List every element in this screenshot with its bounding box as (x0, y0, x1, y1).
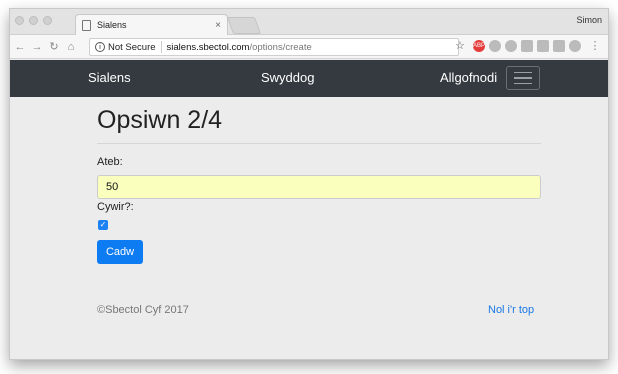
hamburger-line (514, 71, 532, 74)
browser-toolbar: ← → ↻ ⌂ i Not Secure sialens.sbectol.com… (10, 35, 608, 59)
extension-icon[interactable] (489, 39, 501, 52)
url-path: /options/create (249, 41, 312, 53)
page-icon (82, 19, 91, 31)
x-extension-icon[interactable] (537, 39, 549, 52)
back-to-top-link[interactable]: Nol i'r top (488, 304, 534, 316)
forward-icon[interactable]: → (30, 41, 44, 53)
save-button[interactable]: Cadw (97, 240, 143, 264)
logout-link[interactable]: Allgofnodi (440, 70, 497, 85)
home-icon[interactable]: ⌂ (64, 41, 78, 53)
new-tab-button[interactable] (226, 17, 262, 34)
profile-name[interactable]: Simon (576, 15, 602, 25)
browser-tab[interactable]: Sialens × (75, 14, 228, 35)
brand-link[interactable]: Sialens (88, 70, 131, 85)
page-viewport: Sialens Swyddog Allgofnodi Opsiwn 2/4 At… (10, 60, 608, 359)
answer-input[interactable]: 50 (97, 175, 541, 199)
copyright-text: ©Sbectol Cyf 2017 (97, 304, 189, 316)
maximize-window-button[interactable] (43, 16, 52, 25)
site-navbar: Sialens Swyddog Allgofnodi (10, 60, 608, 97)
hamburger-line (514, 82, 532, 85)
adblock-icon[interactable]: ABP (473, 39, 485, 52)
extensions-area: ABP ⋮ (473, 39, 602, 52)
reload-icon[interactable]: ↻ (47, 40, 61, 53)
bookmark-star-icon[interactable]: ☆ (455, 39, 465, 52)
security-label: Not Secure (108, 41, 156, 53)
answer-label: Ateb: (97, 156, 123, 168)
url-host: sialens.sbectol.com (166, 41, 250, 53)
tab-bar: Sialens × Simon (10, 9, 608, 35)
cloud-icon[interactable] (505, 39, 517, 52)
page-title: Opsiwn 2/4 (97, 106, 223, 134)
correct-checkbox[interactable]: ✓ (98, 220, 108, 230)
navbar-toggler-button[interactable] (506, 66, 540, 90)
info-icon[interactable]: i (95, 42, 105, 52)
divider (97, 143, 541, 144)
nav-link-swyddog[interactable]: Swyddog (261, 70, 314, 85)
menu-dots-icon[interactable]: ⋮ (588, 39, 602, 52)
square-extension-icon[interactable] (553, 39, 565, 52)
correct-label: Cywir?: (97, 201, 134, 213)
hamburger-line (514, 77, 532, 79)
divider (160, 41, 162, 53)
back-icon[interactable]: ← (13, 41, 27, 53)
close-tab-icon[interactable]: × (215, 20, 221, 31)
address-bar[interactable]: i Not Secure sialens.sbectol.com/options… (89, 38, 459, 56)
minimize-window-button[interactable] (29, 16, 38, 25)
cast-icon[interactable] (521, 39, 533, 52)
browser-window: Sialens × Simon ← → ↻ ⌂ i Not Secure sia… (9, 8, 609, 360)
tab-title: Sialens (97, 20, 127, 30)
smiley-icon[interactable] (569, 39, 581, 52)
close-window-button[interactable] (15, 16, 24, 25)
window-controls (15, 16, 52, 25)
